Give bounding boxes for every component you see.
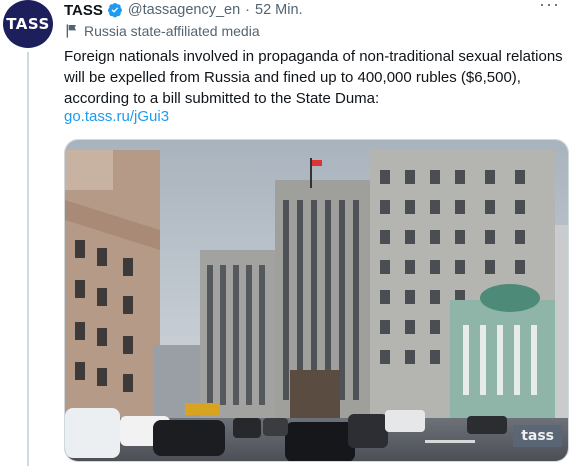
thread-line (27, 52, 29, 466)
tweet-text: Foreign nationals involved in propaganda… (64, 46, 569, 109)
tweet-body: Foreign nationals involved in propaganda… (64, 48, 563, 107)
avatar[interactable]: TASS (3, 0, 53, 48)
affiliation-text: Russia state-affiliated media (84, 23, 260, 39)
tweet-header: TASS @tassagency_en · 52 Min. (64, 1, 303, 19)
author-handle[interactable]: @tassagency_en (128, 2, 240, 18)
verified-badge-icon (107, 3, 122, 18)
tweet-link[interactable]: go.tass.ru/jGui3 (64, 108, 169, 125)
media-watermark: tass (513, 425, 562, 447)
timestamp[interactable]: 52 Min. (255, 2, 303, 18)
author-name[interactable]: TASS (64, 2, 103, 19)
more-options-icon[interactable]: ··· (539, 0, 560, 15)
tweet-media-image[interactable]: tass (64, 139, 569, 462)
separator-dot: · (245, 2, 251, 18)
avatar-logo-text: TASS (6, 15, 50, 33)
flag-icon (66, 24, 76, 38)
affiliation-label[interactable]: Russia state-affiliated media (64, 23, 260, 39)
state-duma-photo (65, 140, 568, 461)
